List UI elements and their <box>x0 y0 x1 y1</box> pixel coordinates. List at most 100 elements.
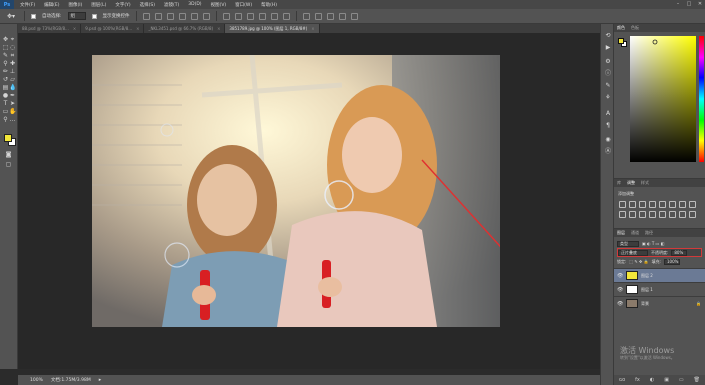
eye-icon[interactable]: 👁 <box>617 287 623 293</box>
menu-layer[interactable]: 图层(L) <box>91 2 106 8</box>
history-brush-tool-icon[interactable]: ↺ <box>2 76 9 83</box>
tab-document-3[interactable]: _NKL3451.psd @ 66.7% (RGB/8) × <box>144 24 226 33</box>
dodge-tool-icon[interactable]: ● <box>2 92 9 99</box>
menu-help[interactable]: 帮助(H) <box>261 2 277 8</box>
opacity-input[interactable]: 80% <box>671 249 688 256</box>
move-tool-icon[interactable]: ✥ <box>2 36 9 43</box>
align-vcenter-icon[interactable] <box>154 12 162 20</box>
tab-adjustments[interactable]: 调整 <box>627 180 635 186</box>
hand-tool-icon[interactable]: ✋ <box>9 108 16 115</box>
color-balance-icon[interactable] <box>689 201 696 208</box>
auto-select-dropdown[interactable]: 组 <box>67 12 86 20</box>
link-layers-icon[interactable]: ɢᴏ <box>619 377 625 383</box>
menu-file[interactable]: 文件(F) <box>20 2 35 8</box>
close-icon[interactable]: × <box>311 26 314 31</box>
blend-mode-dropdown[interactable]: 正片叠底 <box>618 249 648 256</box>
canvas-photo[interactable] <box>92 55 500 327</box>
quick-mask-icon[interactable]: ◙ <box>5 151 12 158</box>
invert-icon[interactable] <box>659 211 666 218</box>
close-icon[interactable]: × <box>73 26 76 31</box>
align-left-icon[interactable] <box>178 12 186 20</box>
tab-layers[interactable]: 图层 <box>617 230 625 236</box>
distribute-bottom-icon[interactable] <box>246 12 254 20</box>
menu-window[interactable]: 窗口(W) <box>235 2 252 8</box>
align-top-icon[interactable] <box>142 12 150 20</box>
align-hcenter-icon[interactable] <box>190 12 198 20</box>
tab-libraries[interactable]: 库 <box>617 180 621 186</box>
layer-row[interactable]: 👁 图层 1 <box>614 282 705 296</box>
distribute-top-icon[interactable] <box>222 12 230 20</box>
foreground-color-chip[interactable] <box>618 38 624 44</box>
black-white-icon[interactable] <box>619 211 626 218</box>
3d-rotate-icon[interactable] <box>302 12 310 20</box>
3d-panel-icon[interactable]: ◉ <box>604 136 612 144</box>
curves-icon[interactable] <box>639 201 646 208</box>
marquee-tool-icon[interactable]: ⬚ <box>2 44 9 51</box>
status-menu-icon[interactable]: ▸ <box>99 377 102 383</box>
layer-row[interactable]: 👁 图层 2 <box>614 268 705 282</box>
distribute-vcenter-icon[interactable] <box>234 12 242 20</box>
crop-tool-icon[interactable]: ⌗ <box>9 52 16 59</box>
menu-select[interactable]: 选择(S) <box>140 2 155 8</box>
delete-layer-icon[interactable]: 🗑 <box>694 377 700 383</box>
align-right-icon[interactable] <box>202 12 210 20</box>
brush-tool-icon[interactable]: ✏ <box>2 68 9 75</box>
layer-row[interactable]: 👁 背景 🔒 <box>614 296 705 310</box>
gradient-tool-icon[interactable]: ▤ <box>2 84 9 91</box>
selective-color-icon[interactable] <box>689 211 696 218</box>
tab-paths[interactable]: 路径 <box>645 230 653 236</box>
path-select-tool-icon[interactable]: ➤ <box>9 100 16 107</box>
channel-mixer-icon[interactable] <box>639 211 646 218</box>
auto-select-checkbox[interactable] <box>31 13 36 19</box>
levels-icon[interactable] <box>629 201 636 208</box>
vibrance-icon[interactable] <box>659 201 666 208</box>
hue-slider[interactable] <box>699 36 704 162</box>
history-icon[interactable]: ⟲ <box>604 32 612 40</box>
tab-channels[interactable]: 通道 <box>631 230 639 236</box>
info-icon[interactable]: ⓘ <box>604 70 612 78</box>
close-icon[interactable]: × <box>136 26 139 31</box>
tab-document-2[interactable]: 9.psd @ 100%(RGB/8... × <box>81 24 145 33</box>
zoom-tool-icon[interactable]: ⚲ <box>2 116 9 123</box>
exposure-icon[interactable] <box>649 201 656 208</box>
move-tool-preset-icon[interactable]: ✥▾ <box>4 12 18 21</box>
type-tool-icon[interactable]: T <box>2 100 9 107</box>
brush-panel-icon[interactable]: ✎ <box>604 82 612 90</box>
tab-document-1[interactable]: 88.psd @ 73%(RGB/8... × <box>18 24 82 33</box>
screen-mode-icon[interactable]: ▢ <box>5 161 12 168</box>
properties-icon[interactable]: ⚙ <box>604 58 612 66</box>
eraser-tool-icon[interactable]: ▱ <box>9 76 16 83</box>
pen-tool-icon[interactable]: ✒ <box>9 92 16 99</box>
align-bottom-icon[interactable] <box>166 12 174 20</box>
color-picker-field[interactable] <box>630 36 696 162</box>
menu-3d[interactable]: 3D(D) <box>188 2 201 8</box>
clone-source-icon[interactable]: ⚘ <box>604 94 612 102</box>
tab-swatches[interactable]: 色板 <box>631 25 639 31</box>
menu-view[interactable]: 视图(V) <box>211 2 227 8</box>
fill-input[interactable]: 100% <box>664 258 680 265</box>
posterize-icon[interactable] <box>669 211 676 218</box>
paragraph-icon[interactable]: ¶ <box>604 122 612 130</box>
layer-style-icon[interactable]: fx <box>635 377 640 383</box>
character-icon[interactable]: A <box>604 110 612 118</box>
eye-icon[interactable]: 👁 <box>617 301 623 307</box>
distribute-left-icon[interactable] <box>258 12 266 20</box>
menu-image[interactable]: 图像(I) <box>68 2 82 8</box>
show-transform-checkbox[interactable] <box>91 13 97 19</box>
close-icon[interactable]: ✕ <box>697 1 703 7</box>
minimize-icon[interactable]: – <box>675 1 681 7</box>
eyedropper-tool-icon[interactable]: ⚲ <box>2 60 9 67</box>
maximize-icon[interactable]: □ <box>686 1 692 7</box>
lock-icons[interactable]: ⬚ ✎ ✥ 🔒 <box>629 259 648 264</box>
brightness-contrast-icon[interactable] <box>619 201 626 208</box>
close-icon[interactable]: × <box>217 26 220 31</box>
tab-styles[interactable]: 样式 <box>641 180 649 186</box>
hue-saturation-icon[interactable] <box>679 201 686 208</box>
actions-icon[interactable]: ▶ <box>604 44 612 52</box>
canvas-area[interactable] <box>18 33 600 369</box>
glyphs-icon[interactable]: Ⓐ <box>604 148 612 156</box>
3d-slide-icon[interactable] <box>338 12 346 20</box>
healing-tool-icon[interactable]: ✚ <box>9 60 16 67</box>
filter-icons[interactable]: ▣ ◐ T ▭ ◧ <box>642 241 664 246</box>
artboard-tool-icon[interactable]: ⌖ <box>9 36 16 43</box>
